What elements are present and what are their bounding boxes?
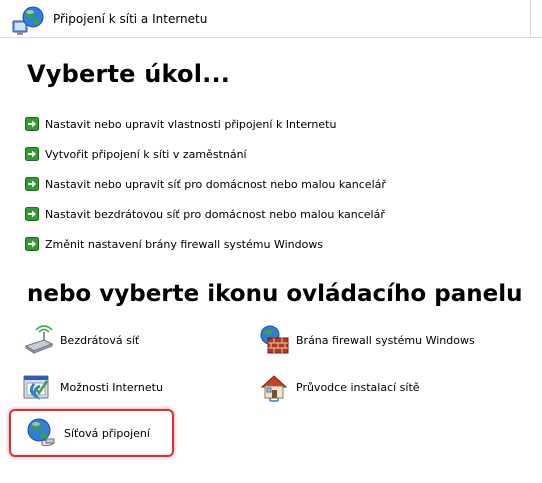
firewall-icon	[260, 325, 289, 354]
header-vertical-divider	[530, 0, 531, 37]
tasks-heading: Vyberte úkol...	[27, 60, 231, 88]
window-header: Připojení k síti a Internetu	[0, 0, 542, 38]
task-label: Nastavit nebo upravit vlastnosti připoje…	[45, 117, 337, 131]
highlight-box	[9, 409, 174, 457]
internet-options-icon	[23, 375, 49, 400]
task-item[interactable]: Nastavit nebo upravit síť pro domácnost …	[25, 169, 386, 199]
icons-heading: nebo vyberte ikonu ovládacího panelu	[27, 281, 523, 307]
cp-item-label: Bezdrátová síť	[60, 333, 140, 347]
task-item[interactable]: Nastavit bezdrátovou síť pro domácnost n…	[25, 199, 386, 229]
green-arrow-icon	[25, 177, 39, 191]
cp-item-network-setup-wizard[interactable]: Průvodce instalací sítě	[258, 369, 420, 405]
task-item[interactable]: Nastavit nebo upravit vlastnosti připoje…	[25, 109, 386, 139]
cp-item-internet-options[interactable]: Možnosti Internetu	[22, 369, 163, 405]
task-item[interactable]: Vytvořit připojení k síti v zaměstnání	[25, 139, 386, 169]
task-label: Nastavit bezdrátovou síť pro domácnost n…	[45, 207, 385, 221]
cp-item-label: Možnosti Internetu	[60, 380, 163, 394]
green-arrow-icon	[25, 147, 39, 161]
green-arrow-icon	[25, 207, 39, 221]
network-globe-icon	[12, 6, 44, 35]
network-setup-wizard-icon	[260, 375, 288, 402]
task-label: Vytvořit připojení k síti v zaměstnání	[45, 147, 247, 161]
cp-item-label: Brána firewall systému Windows	[296, 333, 475, 347]
task-label: Změnit nastavení brány firewall systému …	[45, 237, 324, 251]
cp-item-label: Průvodce instalací sítě	[296, 380, 420, 394]
window-title: Připojení k síti a Internetu	[53, 12, 208, 26]
task-list: Nastavit nebo upravit vlastnosti připoje…	[25, 109, 386, 259]
wireless-network-icon	[24, 325, 54, 354]
task-item[interactable]: Změnit nastavení brány firewall systému …	[25, 229, 386, 259]
task-label: Nastavit nebo upravit síť pro domácnost …	[45, 177, 386, 191]
header-divider	[0, 37, 542, 38]
green-arrow-icon	[25, 117, 39, 131]
cp-item-wireless-network[interactable]: Bezdrátová síť	[22, 322, 139, 358]
green-arrow-icon	[25, 237, 39, 251]
cp-item-windows-firewall[interactable]: Brána firewall systému Windows	[258, 322, 475, 358]
